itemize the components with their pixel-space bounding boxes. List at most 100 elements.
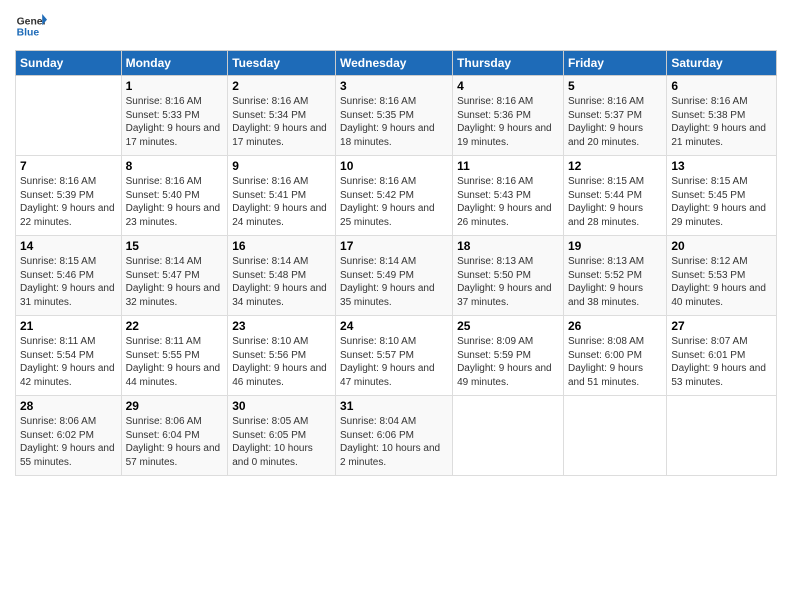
week-row-1: 7 Sunrise: 8:16 AMSunset: 5:39 PMDaylight… <box>16 156 777 236</box>
day-cell <box>453 396 564 476</box>
day-info: Sunrise: 8:16 AMSunset: 5:35 PMDaylight:… <box>340 95 448 149</box>
day-number: 24 <box>340 319 448 333</box>
day-info: Sunrise: 8:16 AMSunset: 5:39 PMDaylight:… <box>20 175 117 229</box>
day-number: 25 <box>457 319 559 333</box>
day-info: Sunrise: 8:16 AMSunset: 5:41 PMDaylight:… <box>232 175 331 229</box>
day-info: Sunrise: 8:15 AMSunset: 5:45 PMDaylight:… <box>671 175 772 229</box>
day-number: 10 <box>340 159 448 173</box>
week-row-2: 14 Sunrise: 8:15 AMSunset: 5:46 PMDayligh… <box>16 236 777 316</box>
day-info: Sunrise: 8:16 AMSunset: 5:37 PMDaylight:… <box>568 95 662 149</box>
day-number: 12 <box>568 159 662 173</box>
day-info: Sunrise: 8:16 AMSunset: 5:33 PMDaylight:… <box>126 95 224 149</box>
day-number: 17 <box>340 239 448 253</box>
day-cell: 2Sunrise: 8:16 AMSunset: 5:34 PMDaylight… <box>228 76 336 156</box>
day-cell: 13 Sunrise: 8:15 AMSunset: 5:45 PMDayligh… <box>667 156 777 236</box>
day-info: Sunrise: 8:04 AMSunset: 6:06 PMDaylight:… <box>340 415 448 469</box>
day-info: Sunrise: 8:06 AMSunset: 6:04 PMDaylight:… <box>126 415 224 469</box>
day-number: 20 <box>671 239 772 253</box>
day-number: 22 <box>126 319 224 333</box>
day-cell: 21 Sunrise: 8:11 AMSunset: 5:54 PMDayligh… <box>16 316 122 396</box>
week-row-4: 28 Sunrise: 8:06 AMSunset: 6:02 PMDayligh… <box>16 396 777 476</box>
svg-text:Blue: Blue <box>17 28 40 39</box>
day-number: 28 <box>20 399 117 413</box>
day-info: Sunrise: 8:14 AMSunset: 5:48 PMDaylight:… <box>232 255 331 309</box>
page-container: General Blue SundayMondayTuesdayWednesda… <box>0 0 792 486</box>
col-header-sunday: Sunday <box>16 51 122 76</box>
day-number: 18 <box>457 239 559 253</box>
day-number: 19 <box>568 239 662 253</box>
day-cell: 27 Sunrise: 8:07 AMSunset: 6:01 PMDayligh… <box>667 316 777 396</box>
day-info: Sunrise: 8:13 AMSunset: 5:50 PMDaylight:… <box>457 255 559 309</box>
logo: General Blue <box>15 10 51 42</box>
day-info: Sunrise: 8:13 AMSunset: 5:52 PMDaylight:… <box>568 255 662 309</box>
day-number: 4 <box>457 79 559 93</box>
day-cell: 7 Sunrise: 8:16 AMSunset: 5:39 PMDaylight… <box>16 156 122 236</box>
day-cell: 9 Sunrise: 8:16 AMSunset: 5:41 PMDaylight… <box>228 156 336 236</box>
day-number: 7 <box>20 159 117 173</box>
day-cell: 16 Sunrise: 8:14 AMSunset: 5:48 PMDayligh… <box>228 236 336 316</box>
day-number: 5 <box>568 79 662 93</box>
day-info: Sunrise: 8:11 AMSunset: 5:54 PMDaylight:… <box>20 335 117 389</box>
day-cell <box>563 396 666 476</box>
day-cell: 19 Sunrise: 8:13 AMSunset: 5:52 PMDayligh… <box>563 236 666 316</box>
day-number: 26 <box>568 319 662 333</box>
day-info: Sunrise: 8:08 AMSunset: 6:00 PMDaylight:… <box>568 335 662 389</box>
col-header-tuesday: Tuesday <box>228 51 336 76</box>
day-info: Sunrise: 8:11 AMSunset: 5:55 PMDaylight:… <box>126 335 224 389</box>
day-cell: 28 Sunrise: 8:06 AMSunset: 6:02 PMDayligh… <box>16 396 122 476</box>
day-cell: 22 Sunrise: 8:11 AMSunset: 5:55 PMDayligh… <box>121 316 228 396</box>
day-info: Sunrise: 8:16 AMSunset: 5:38 PMDaylight:… <box>671 95 772 149</box>
day-info: Sunrise: 8:16 AMSunset: 5:43 PMDaylight:… <box>457 175 559 229</box>
day-cell: 5 Sunrise: 8:16 AMSunset: 5:37 PMDaylight… <box>563 76 666 156</box>
day-cell: 17 Sunrise: 8:14 AMSunset: 5:49 PMDayligh… <box>336 236 453 316</box>
week-row-0: 1 Sunrise: 8:16 AMSunset: 5:33 PMDaylight… <box>16 76 777 156</box>
day-cell: 25 Sunrise: 8:09 AMSunset: 5:59 PMDayligh… <box>453 316 564 396</box>
day-info: Sunrise: 8:15 AMSunset: 5:46 PMDaylight:… <box>20 255 117 309</box>
day-cell: 15 Sunrise: 8:14 AMSunset: 5:47 PMDayligh… <box>121 236 228 316</box>
day-cell: 26 Sunrise: 8:08 AMSunset: 6:00 PMDayligh… <box>563 316 666 396</box>
day-number: 11 <box>457 159 559 173</box>
week-row-3: 21 Sunrise: 8:11 AMSunset: 5:54 PMDayligh… <box>16 316 777 396</box>
day-number: 9 <box>232 159 331 173</box>
day-cell: 14 Sunrise: 8:15 AMSunset: 5:46 PMDayligh… <box>16 236 122 316</box>
day-number: 21 <box>20 319 117 333</box>
day-number: 3 <box>340 79 448 93</box>
day-cell: 11 Sunrise: 8:16 AMSunset: 5:43 PMDayligh… <box>453 156 564 236</box>
day-number: 30 <box>232 399 331 413</box>
day-info: Sunrise: 8:14 AMSunset: 5:47 PMDaylight:… <box>126 255 224 309</box>
day-cell: 20 Sunrise: 8:12 AMSunset: 5:53 PMDayligh… <box>667 236 777 316</box>
day-cell: 12 Sunrise: 8:15 AMSunset: 5:44 PMDayligh… <box>563 156 666 236</box>
day-info: Sunrise: 8:16 AMSunset: 5:40 PMDaylight:… <box>126 175 224 229</box>
day-info: Sunrise: 8:15 AMSunset: 5:44 PMDaylight:… <box>568 175 662 229</box>
logo-icon: General Blue <box>15 10 47 42</box>
day-number: 2 <box>232 79 331 93</box>
day-info: Sunrise: 8:16 AMSunset: 5:42 PMDaylight:… <box>340 175 448 229</box>
day-number: 29 <box>126 399 224 413</box>
day-number: 1 <box>126 79 224 93</box>
day-number: 13 <box>671 159 772 173</box>
day-info: Sunrise: 8:06 AMSunset: 6:02 PMDaylight:… <box>20 415 117 469</box>
header: General Blue <box>15 10 777 42</box>
day-info: Sunrise: 8:05 AMSunset: 6:05 PMDaylight:… <box>232 415 331 469</box>
calendar-table: SundayMondayTuesdayWednesdayThursdayFrid… <box>15 50 777 476</box>
day-number: 14 <box>20 239 117 253</box>
day-info: Sunrise: 8:12 AMSunset: 5:53 PMDaylight:… <box>671 255 772 309</box>
day-number: 16 <box>232 239 331 253</box>
day-number: 31 <box>340 399 448 413</box>
day-info: Sunrise: 8:10 AMSunset: 5:57 PMDaylight:… <box>340 335 448 389</box>
day-cell: 24 Sunrise: 8:10 AMSunset: 5:57 PMDayligh… <box>336 316 453 396</box>
day-cell: 1 Sunrise: 8:16 AMSunset: 5:33 PMDaylight… <box>121 76 228 156</box>
day-number: 23 <box>232 319 331 333</box>
day-cell <box>667 396 777 476</box>
col-header-saturday: Saturday <box>667 51 777 76</box>
day-info: Sunrise: 8:07 AMSunset: 6:01 PMDaylight:… <box>671 335 772 389</box>
day-cell: 31 Sunrise: 8:04 AMSunset: 6:06 PMDayligh… <box>336 396 453 476</box>
day-number: 15 <box>126 239 224 253</box>
day-cell <box>16 76 122 156</box>
day-info: Sunrise: 8:10 AMSunset: 5:56 PMDaylight:… <box>232 335 331 389</box>
day-info: Sunrise: 8:09 AMSunset: 5:59 PMDaylight:… <box>457 335 559 389</box>
col-header-thursday: Thursday <box>453 51 564 76</box>
day-info: Sunrise: 8:14 AMSunset: 5:49 PMDaylight:… <box>340 255 448 309</box>
day-cell: 8Sunrise: 8:16 AMSunset: 5:40 PMDaylight… <box>121 156 228 236</box>
day-number: 27 <box>671 319 772 333</box>
